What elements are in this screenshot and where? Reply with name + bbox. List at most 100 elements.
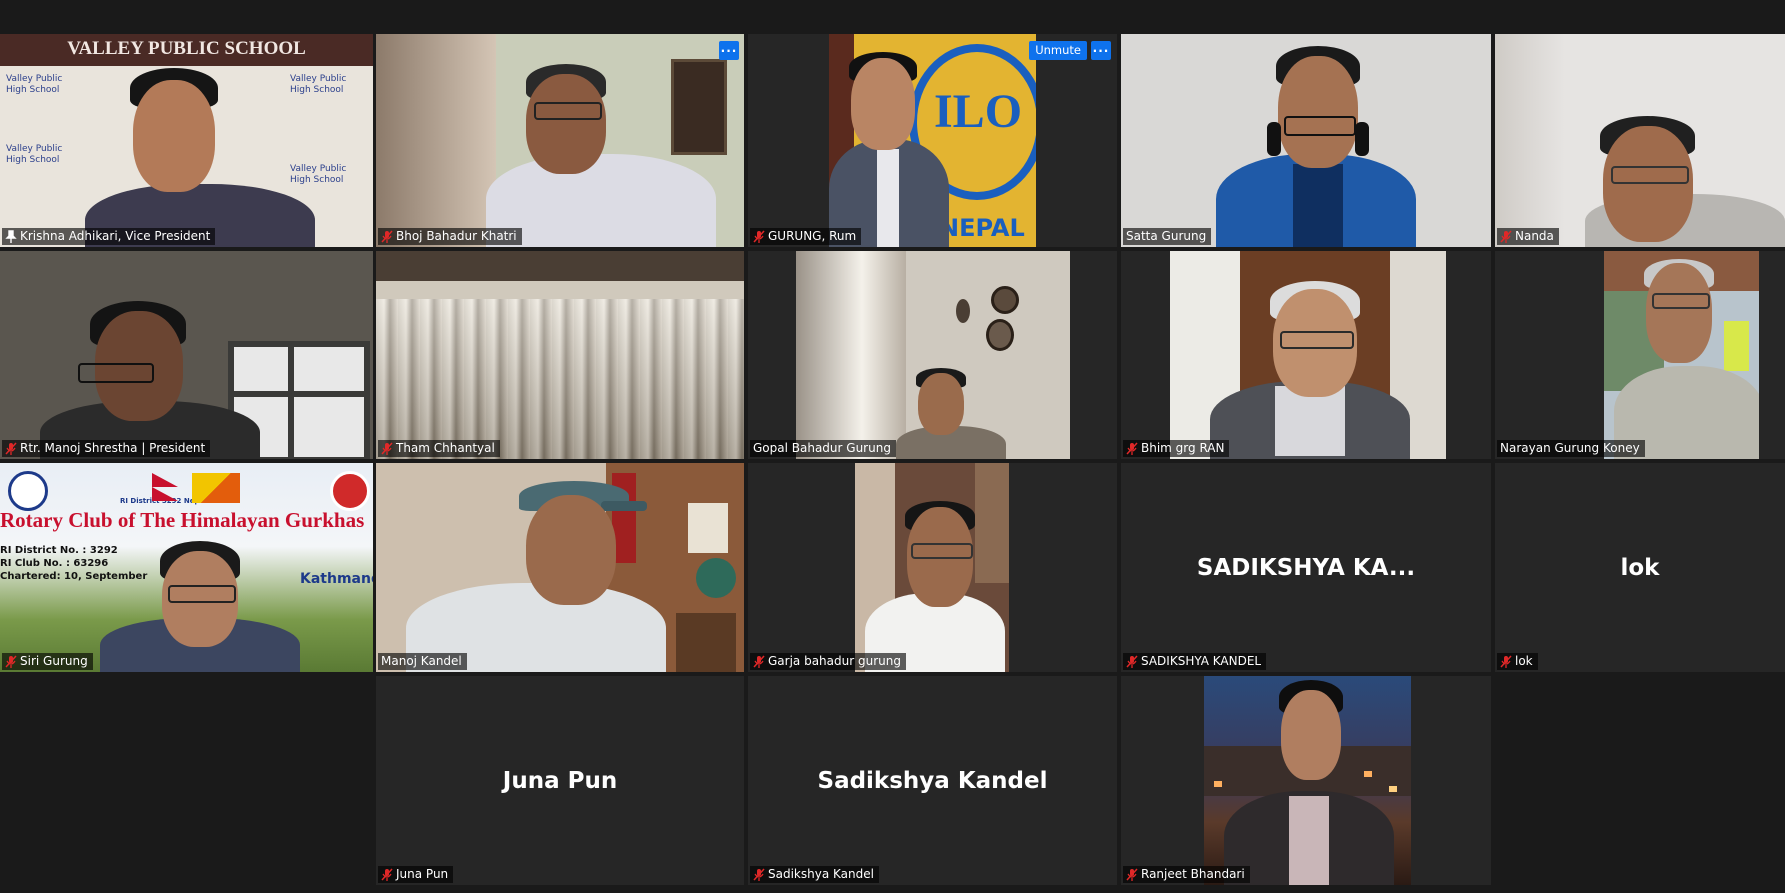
video-feed (376, 251, 744, 459)
muted-mic-icon (5, 655, 17, 668)
video-tile-lok[interactable]: lok lok (1495, 463, 1785, 672)
video-feed: VALLEY PUBLIC SCHOOL Valley Public High … (0, 34, 373, 247)
rotary-info-line: RI District No. : 3292 (0, 545, 118, 556)
video-feed (1121, 34, 1491, 247)
video-tile-nanda[interactable]: Nanda (1495, 34, 1785, 247)
video-feed (1495, 34, 1785, 247)
video-tile-manoj-kandel[interactable]: Manoj Kandel (376, 463, 744, 672)
muted-mic-icon (381, 442, 393, 455)
rotary-club-title: Rotary Club of The Himalayan Gurkhas (0, 508, 365, 532)
participant-name: Manoj Kandel (381, 654, 462, 668)
video-tile-manoj-shrestha[interactable]: Rtr. Manoj Shrestha | President (0, 251, 373, 459)
muted-mic-icon (1500, 655, 1512, 668)
participant-name-tag: SADIKSHYA KANDEL (1123, 653, 1267, 670)
participant-name-tag: GURUNG, Rum (750, 228, 862, 245)
participant-name: Nanda (1515, 229, 1554, 243)
rotary-info-line: Chartered: 10, September (0, 571, 148, 582)
muted-mic-icon (1126, 655, 1138, 668)
school-banner-text: VALLEY PUBLIC SCHOOL (67, 38, 306, 59)
video-feed (1204, 676, 1411, 885)
video-feed (855, 463, 1009, 672)
video-tile-garja-bahadur-gurung[interactable]: Garja bahadur gurung (748, 463, 1117, 672)
participant-name: Juna Pun (396, 867, 449, 881)
school-backdrop-text: Valley Public High School (290, 74, 347, 95)
video-off-name: Juna Pun (502, 767, 618, 794)
rotary-info-line: RI Club No. : 63296 (0, 558, 109, 569)
participant-name-tag: lok (1497, 653, 1538, 670)
participant-name: Tham Chhantyal (396, 441, 495, 455)
video-feed (1170, 251, 1446, 459)
more-options-button[interactable]: ··· (1091, 41, 1111, 60)
participant-name: Ranjeet Bhandari (1141, 867, 1245, 881)
video-tile-krishna-adhikari[interactable]: VALLEY PUBLIC SCHOOL Valley Public High … (0, 34, 373, 247)
video-tile-gurung-rum[interactable]: ILO NEPAL Unmute ··· GURUNG, Rum (748, 34, 1117, 247)
school-backdrop-text: Valley Public High School (6, 144, 63, 165)
muted-mic-icon (1126, 868, 1138, 881)
video-off-name: lok (1620, 554, 1660, 581)
participant-name-tag: Siri Gurung (2, 653, 93, 670)
participant-name: Garja bahadur gurung (768, 654, 901, 668)
video-feed (376, 34, 744, 247)
participant-name-tag: Rtr. Manoj Shrestha | President (2, 440, 211, 457)
participant-name: Satta Gurung (1126, 229, 1207, 243)
video-feed (1604, 251, 1759, 459)
participant-name: SADIKSHYA KANDEL (1141, 654, 1262, 668)
participant-name-tag: Bhim grg RAN (1123, 440, 1230, 457)
video-tile-gopal-bahadur-gurung[interactable]: Gopal Bahadur Gurung (748, 251, 1117, 459)
video-feed: RI District 3292 Nepal-Bhutan Rotary Clu… (0, 463, 373, 672)
rotary-emblem (8, 471, 48, 511)
participant-name-tag: Krishna Adhikari, Vice President (2, 228, 216, 245)
participant-name: Rtr. Manoj Shrestha | President (20, 441, 206, 455)
participant-name-tag: Manoj Kandel (378, 653, 467, 670)
muted-mic-icon (5, 442, 17, 455)
video-feed: ILO NEPAL (829, 34, 1036, 247)
participant-name: lok (1515, 654, 1533, 668)
participant-name: Bhoj Bahadur Khatri (396, 229, 517, 243)
video-tile-narayan-gurung-koney[interactable]: Narayan Gurung Koney (1495, 251, 1785, 459)
school-backdrop-text: Valley Public High School (290, 164, 347, 185)
pin-icon (5, 230, 17, 243)
video-tile-satta-gurung[interactable]: Satta Gurung (1121, 34, 1491, 247)
video-tile-ranjeet-bhandari[interactable]: Ranjeet Bhandari (1121, 676, 1491, 885)
participant-name-tag: Satta Gurung (1123, 228, 1212, 245)
ilo-nepal-text: NEPAL (939, 214, 1025, 242)
video-tile-bhoj-bahadur-khatri[interactable]: ··· Bhoj Bahadur Khatri (376, 34, 744, 247)
muted-mic-icon (381, 868, 393, 881)
more-options-button[interactable]: ··· (719, 41, 739, 60)
ilo-logo: ILO (934, 85, 1023, 138)
video-tile-sadikshya-kandel-lower[interactable]: Sadikshya Kandel Sadikshya Kandel (748, 676, 1117, 885)
participant-name-tag: Ranjeet Bhandari (1123, 866, 1250, 883)
participant-name: GURUNG, Rum (768, 229, 857, 243)
participant-name-tag: Sadikshya Kandel (750, 866, 879, 883)
video-tile-siri-gurung[interactable]: RI District 3292 Nepal-Bhutan Rotary Clu… (0, 463, 373, 672)
video-feed (796, 251, 1070, 459)
participant-name-tag: Bhoj Bahadur Khatri (378, 228, 522, 245)
muted-mic-icon (1500, 230, 1512, 243)
participant-name: Siri Gurung (20, 654, 88, 668)
muted-mic-icon (1126, 442, 1138, 455)
participant-name-tag: Tham Chhantyal (378, 440, 500, 457)
participant-name: Sadikshya Kandel (768, 867, 874, 881)
participant-name-tag: Nanda (1497, 228, 1559, 245)
school-backdrop-text: Valley Public High School (6, 74, 63, 95)
participant-name: Bhim grg RAN (1141, 441, 1225, 455)
video-tile-tham-chhantyal[interactable]: Tham Chhantyal (376, 251, 744, 459)
participant-name-tag: Juna Pun (378, 866, 454, 883)
muted-mic-icon (753, 655, 765, 668)
muted-mic-icon (381, 230, 393, 243)
muted-mic-icon (753, 868, 765, 881)
rotary-city-text: Kathmandu (300, 571, 373, 587)
video-tile-bhim-grg-ran[interactable]: Bhim grg RAN (1121, 251, 1491, 459)
muted-mic-icon (753, 230, 765, 243)
zoom-gallery-view: { "participants": [ {"name": "Krishna Ad… (0, 0, 1785, 893)
video-off-name: SADIKSHYA KA... (1196, 554, 1416, 581)
unmute-button[interactable]: Unmute (1029, 41, 1087, 60)
video-tile-sadikshya-kandel-upper[interactable]: SADIKSHYA KA... SADIKSHYA KANDEL (1121, 463, 1491, 672)
participant-name-tag: Narayan Gurung Koney (1497, 440, 1645, 457)
video-off-name: Sadikshya Kandel (817, 767, 1048, 794)
participant-name: Gopal Bahadur Gurung (753, 441, 891, 455)
video-feed (376, 463, 744, 672)
video-tile-juna-pun[interactable]: Juna Pun Juna Pun (376, 676, 744, 885)
participant-name: Narayan Gurung Koney (1500, 441, 1640, 455)
participant-name-tag: Garja bahadur gurung (750, 653, 906, 670)
